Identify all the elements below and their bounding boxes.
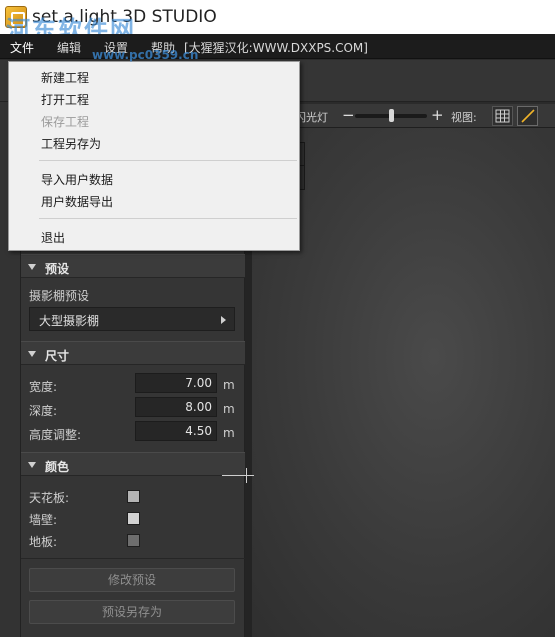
floor-color-swatch[interactable]: [127, 534, 140, 547]
crosshair-icon: [222, 475, 254, 476]
zoom-out-button[interactable]: −: [342, 106, 355, 124]
color-section-header[interactable]: 颜色: [21, 452, 246, 476]
menu-exit[interactable]: 退出: [41, 229, 65, 246]
collapse-triangle-icon: [28, 264, 36, 270]
width-label: 宽度:: [29, 380, 58, 394]
grid-view-button[interactable]: [492, 106, 513, 126]
diagonal-line-icon: [521, 109, 535, 123]
menu-new-project[interactable]: 新建工程: [41, 69, 89, 86]
size-section-title: 尺寸: [45, 349, 70, 363]
color-section-title: 颜色: [45, 460, 70, 474]
wall-label: 墙壁:: [29, 513, 58, 527]
height-unit: m: [223, 426, 235, 440]
menu-separator: [39, 218, 297, 219]
crosshair-icon-vertical: [246, 468, 247, 483]
save-preset-as-button[interactable]: 预设另存为: [29, 600, 235, 624]
watermark-url: www.pc0359.cn: [92, 48, 199, 62]
modify-preset-button[interactable]: 修改预设: [29, 568, 235, 592]
studio-preset-value: 大型摄影棚: [39, 314, 100, 328]
preset-section-header[interactable]: 预设: [21, 254, 246, 278]
studio-preset-select[interactable]: 大型摄影棚: [29, 307, 235, 331]
menu-bar: 文件 编辑 设置 帮助 [大猩猩汉化:WWW.DXXPS.COM]: [0, 34, 555, 59]
depth-unit: m: [223, 402, 235, 416]
menu-import-user-data[interactable]: 导入用户数据: [41, 171, 113, 188]
zoom-slider-thumb[interactable]: [389, 109, 394, 122]
grid-icon: [495, 109, 510, 123]
collapse-triangle-icon: [28, 351, 36, 357]
diagonal-view-button[interactable]: [517, 106, 538, 126]
height-input[interactable]: 4.50: [135, 421, 217, 441]
panel-divider: [21, 558, 246, 559]
menu-file[interactable]: 文件: [10, 39, 34, 56]
translator-note: [大猩猩汉化:WWW.DXXPS.COM]: [184, 41, 368, 55]
width-unit: m: [223, 378, 235, 392]
wall-color-swatch[interactable]: [127, 512, 140, 525]
menu-save-project-as[interactable]: 工程另存为: [41, 135, 101, 152]
view-label: 视图:: [451, 111, 477, 124]
menu-save-project: 保存工程: [41, 115, 90, 129]
menu-separator: [39, 160, 297, 161]
menu-open-project[interactable]: 打开工程: [41, 91, 89, 108]
ceiling-color-swatch[interactable]: [127, 490, 140, 503]
floor-label: 地板:: [29, 535, 58, 549]
menu-edit[interactable]: 编辑: [57, 39, 81, 56]
depth-input[interactable]: 8.00: [135, 397, 217, 417]
preset-section-title: 预设: [45, 262, 70, 276]
depth-label: 深度:: [29, 404, 58, 418]
height-label: 高度调整:: [29, 428, 82, 442]
ceiling-label: 天花板:: [29, 491, 70, 505]
size-section-header[interactable]: 尺寸: [21, 341, 246, 365]
file-menu-dropdown: 新建工程 打开工程 保存工程 工程另存为 导入用户数据 用户数据导出 退出: [8, 61, 300, 251]
chevron-right-icon: [221, 316, 226, 324]
zoom-in-button[interactable]: +: [431, 106, 444, 124]
studio-preset-label: 摄影棚预设: [29, 289, 90, 303]
collapse-triangle-icon: [28, 462, 36, 468]
width-input[interactable]: 7.00: [135, 373, 217, 393]
title-bar: set.a.light 3D STUDIO 河东软件网: [0, 0, 555, 44]
menu-export-user-data[interactable]: 用户数据导出: [41, 193, 113, 210]
